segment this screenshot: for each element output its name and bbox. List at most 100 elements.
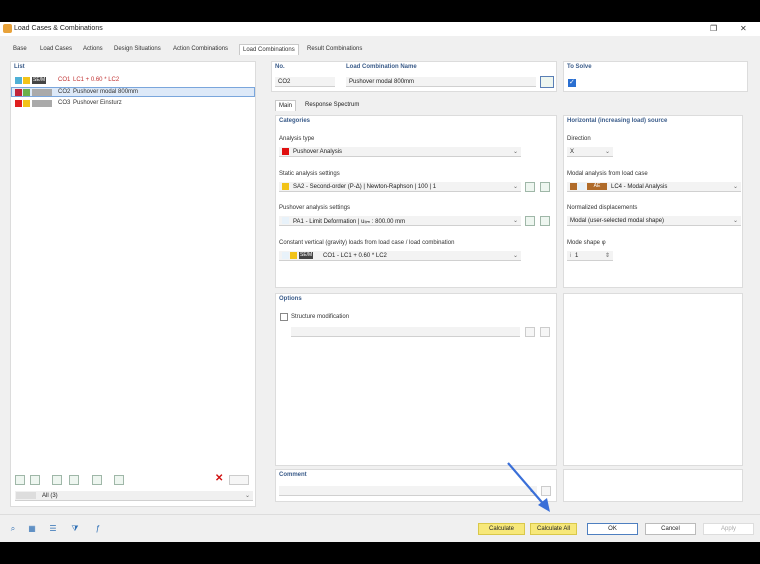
close-icon[interactable]: ✕	[740, 24, 747, 33]
load-cases-dialog: Load Cases & Combinations ❐ ✕ Base Load …	[0, 22, 760, 542]
sort-icon[interactable]	[114, 475, 124, 485]
name-value: Pushover modal 800mm	[349, 79, 415, 85]
color-swatch	[23, 100, 30, 107]
units-icon[interactable]: ▦	[26, 523, 38, 534]
to-solve-checkbox[interactable]	[568, 78, 576, 87]
table-icon[interactable]: ☰	[47, 523, 59, 534]
constant-color-swatch	[282, 252, 289, 259]
list-header: List	[14, 64, 25, 70]
filter-select[interactable]: All (3) ⌄	[15, 491, 253, 501]
options-header: Options	[279, 296, 302, 302]
mode-shape-spinner[interactable]: i 1 ⇕	[567, 251, 613, 261]
delete-icon[interactable]: ✕	[215, 473, 223, 484]
comment-side-panel	[563, 469, 743, 502]
list-panel: List SE/M CO1 LC1 + 0.60 * LC2 CO2 Pusho…	[10, 61, 256, 507]
tab-load-cases[interactable]: Load Cases	[37, 44, 75, 55]
color-swatch	[23, 77, 30, 84]
bottom-bar: ⌕ ▦ ☰ ⧩ ƒ Calculate Calculate All OK Can…	[0, 514, 760, 542]
normalized-value: Modal (user-selected modal shape)	[570, 218, 665, 224]
mode-shape-value: 1	[575, 253, 579, 259]
analysis-type-label: Analysis type	[279, 136, 315, 142]
constant-color-swatch	[290, 252, 297, 259]
tab-base[interactable]: Base	[10, 44, 30, 55]
edit-modification-icon[interactable]	[540, 327, 550, 337]
edit-static-settings-icon[interactable]	[540, 182, 550, 192]
categories-header: Categories	[279, 118, 311, 124]
list-item-name: LC1 + 0.60 * LC2	[73, 77, 120, 83]
name-field[interactable]: Pushover modal 800mm	[346, 77, 536, 87]
search-icon[interactable]: ⌕	[7, 523, 19, 534]
analysis-color-swatch	[282, 148, 289, 155]
title-bar: Load Cases & Combinations ❐ ✕	[0, 22, 760, 36]
analysis-type-select[interactable]: Pushover Analysis ⌄	[279, 147, 521, 157]
structure-modification-checkbox[interactable]	[280, 313, 288, 321]
constant-loads-label: Constant vertical (gravity) loads from l…	[279, 240, 455, 246]
edit-name-icon[interactable]	[540, 76, 554, 88]
spinner-icon[interactable]: ⇕	[605, 252, 610, 259]
pushover-settings-value: PA1 - Limit Deformation | uₗᵢₘ : 800.00 …	[293, 219, 406, 225]
to-solve-label: To Solve	[567, 64, 592, 70]
app-icon	[3, 24, 12, 33]
list-item-id: CO1	[58, 77, 71, 83]
edit-pushover-settings-icon[interactable]	[540, 216, 550, 226]
chevron-down-icon: ⌄	[512, 149, 518, 155]
static-color-swatch	[282, 183, 289, 190]
tab-actions[interactable]: Actions	[80, 44, 106, 55]
mode-shape-prefix: i	[570, 253, 572, 259]
modal-color-swatch	[578, 183, 585, 190]
view-options-icon[interactable]	[229, 475, 249, 485]
tab-result-combinations[interactable]: Result Combinations	[304, 44, 365, 55]
check-all-icon[interactable]	[52, 475, 62, 485]
static-analysis-select[interactable]: SA2 - Second-order (P-Δ) | Newton-Raphso…	[279, 182, 521, 192]
copy-item-icon[interactable]	[30, 475, 40, 485]
renumber-icon[interactable]	[92, 475, 102, 485]
chevron-down-icon: ⌄	[244, 493, 250, 499]
modal-analysis-select[interactable]: AE LC4 - Modal Analysis ⌄	[567, 182, 741, 192]
cancel-button[interactable]: Cancel	[645, 523, 696, 535]
color-swatch	[15, 100, 22, 107]
chevron-down-icon: ⌄	[732, 184, 738, 190]
list-item[interactable]: CO3 Pushover Einsturz	[11, 99, 255, 109]
name-label: Load Combination Name	[346, 64, 417, 70]
uncheck-all-icon[interactable]	[69, 475, 79, 485]
tab-action-combinations[interactable]: Action Combinations	[170, 44, 231, 55]
tab-main[interactable]: Main	[275, 100, 297, 111]
modal-analysis-label: Modal analysis from load case	[567, 171, 648, 177]
to-solve-panel: To Solve	[563, 61, 748, 92]
new-item-icon[interactable]	[15, 475, 25, 485]
new-static-settings-icon[interactable]	[525, 182, 535, 192]
calculate-button[interactable]: Calculate	[478, 523, 525, 535]
horizontal-header: Horizontal (increasing load) source	[567, 118, 668, 124]
chevron-down-icon: ⌄	[604, 149, 610, 155]
direction-label: Direction	[567, 136, 591, 142]
apply-button[interactable]: Apply	[703, 523, 754, 535]
formula-icon[interactable]: ƒ	[92, 523, 104, 534]
structure-modification-select[interactable]	[291, 327, 520, 337]
static-analysis-label: Static analysis settings	[279, 171, 340, 177]
restore-icon[interactable]: ❐	[710, 24, 717, 33]
list-item[interactable]: SE/M CO1 LC1 + 0.60 * LC2	[11, 76, 255, 86]
normalized-select[interactable]: Modal (user-selected modal shape) ⌄	[567, 216, 741, 226]
filter-swatch	[16, 492, 36, 499]
new-pushover-settings-icon[interactable]	[525, 216, 535, 226]
list-item-selected[interactable]: CO2 Pushover modal 800mm	[11, 87, 255, 97]
new-modification-icon[interactable]	[525, 327, 535, 337]
window-title: Load Cases & Combinations	[14, 25, 103, 32]
tab-load-combinations[interactable]: Load Combinations	[239, 44, 299, 55]
tab-design-situations[interactable]: Design Situations	[111, 44, 164, 55]
color-swatch	[32, 100, 52, 107]
pushover-settings-select[interactable]: PA1 - Limit Deformation | uₗᵢₘ : 800.00 …	[279, 216, 521, 226]
filter-value: All (3)	[42, 493, 58, 499]
horizontal-source-panel: Horizontal (increasing load) source Dire…	[563, 115, 743, 288]
constant-loads-select[interactable]: SE/M CO1 - LC1 + 0.60 * LC2 ⌄	[279, 251, 521, 261]
comment-input[interactable]: ⌄	[279, 486, 537, 496]
direction-select[interactable]: X ⌄	[567, 147, 613, 157]
normalized-label: Normalized displacements	[567, 205, 638, 211]
ok-button[interactable]: OK	[587, 523, 638, 535]
calculate-all-button[interactable]: Calculate All	[530, 523, 577, 535]
tab-response-spectrum[interactable]: Response Spectrum	[302, 100, 362, 110]
number-field[interactable]: CO2	[275, 77, 335, 87]
filter-icon[interactable]: ⧩	[69, 523, 81, 534]
color-swatch	[23, 89, 30, 96]
static-analysis-value: SA2 - Second-order (P-Δ) | Newton-Raphso…	[293, 184, 437, 190]
